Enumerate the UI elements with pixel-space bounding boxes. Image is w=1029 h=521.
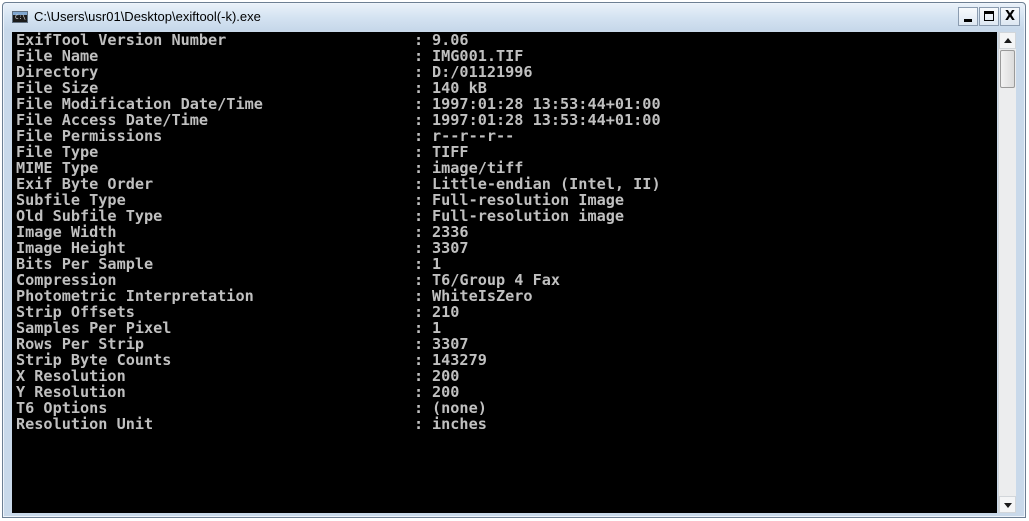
separator: : [414, 79, 424, 97]
tag-value: 3307 [432, 335, 469, 353]
tag-name: Photometric Interpretation [16, 287, 254, 305]
minimize-button[interactable] [958, 7, 978, 26]
tag-value: IMG001.TIF [432, 47, 524, 65]
tag-name: Resolution Unit [16, 415, 154, 433]
title-bar[interactable]: C:\ C:\Users\usr01\Desktop\exiftool(-k).… [4, 4, 1024, 30]
tag-name: File Name [16, 47, 99, 65]
separator: : [414, 367, 424, 385]
separator: : [414, 47, 424, 65]
tag-value: 200 [432, 383, 460, 401]
tag-name: Image Width [16, 223, 117, 241]
separator: : [414, 95, 424, 113]
separator: : [414, 191, 424, 209]
tag-value: 200 [432, 367, 460, 385]
tag-name: Strip Offsets [16, 303, 135, 321]
tag-value: inches [432, 415, 487, 433]
tag-name: T6 Options [16, 399, 108, 417]
tag-value: 143279 [432, 351, 487, 369]
console-icon[interactable]: C:\ [12, 11, 28, 23]
separator: : [414, 223, 424, 241]
tag-name: File Access Date/Time [16, 111, 209, 129]
separator: : [414, 63, 424, 81]
separator: : [414, 351, 424, 369]
console-icon-prompt: C:\ [15, 14, 26, 21]
tag-value: 210 [432, 303, 460, 321]
tag-name: Bits Per Sample [16, 255, 154, 273]
scroll-down-button[interactable] [999, 496, 1016, 513]
tag-name: Image Height [16, 239, 126, 257]
separator: : [414, 143, 424, 161]
window-title: C:\Users\usr01\Desktop\exiftool(-k).exe [34, 9, 261, 24]
tag-name: Y Resolution [16, 383, 126, 401]
separator: : [414, 32, 424, 49]
tag-value: Little-endian (Intel, II) [432, 175, 661, 193]
tag-name: Old Subfile Type [16, 207, 163, 225]
separator: : [414, 207, 424, 225]
separator: : [414, 415, 424, 433]
scroll-thumb[interactable] [1000, 50, 1015, 88]
separator: : [414, 383, 424, 401]
tag-value: 2336 [432, 223, 469, 241]
minimize-icon [964, 19, 972, 22]
tag-name: Samples Per Pixel [16, 319, 172, 337]
maximize-button[interactable] [979, 7, 999, 26]
tag-name: File Size [16, 79, 99, 97]
close-icon: X [1004, 9, 1016, 24]
separator: : [414, 335, 424, 353]
tag-value: 1997:01:28 13:53:44+01:00 [432, 111, 661, 129]
console-window: C:\ C:\Users\usr01\Desktop\exiftool(-k).… [2, 2, 1026, 518]
tag-name: ExifTool Version Number [16, 32, 227, 49]
scroll-down-arrow-icon [1004, 503, 1012, 508]
tag-value: 1997:01:28 13:53:44+01:00 [432, 95, 661, 113]
tag-name: File Permissions [16, 127, 163, 145]
tag-value: 1 [432, 255, 442, 273]
separator: : [414, 303, 424, 321]
tag-value: Full-resolution image [432, 207, 625, 225]
tag-name: X Resolution [16, 367, 126, 385]
tag-value: 3307 [432, 239, 469, 257]
tag-value: 1 [432, 319, 442, 337]
separator: : [414, 127, 424, 145]
tag-name: Directory [16, 63, 99, 81]
separator: : [414, 271, 424, 289]
tag-name: MIME Type [16, 159, 99, 177]
console-output[interactable]: ExifTool Version Number:9.06 File Name: IM… [12, 32, 997, 513]
tag-value: 9.06 [432, 32, 469, 49]
separator: : [414, 255, 424, 273]
tag-value: TIFF [432, 143, 469, 161]
separator: : [414, 399, 424, 417]
separator: : [414, 159, 424, 177]
maximize-icon [984, 11, 994, 21]
tag-name: File Modification Date/Time [16, 95, 263, 113]
tag-value: T6/Group 4 Fax [432, 271, 561, 289]
scroll-up-arrow-icon [1004, 38, 1012, 43]
tag-name: File Type [16, 143, 99, 161]
tag-name: Exif Byte Order [16, 175, 154, 193]
separator: : [414, 319, 424, 337]
tag-value: D:/01121996 [432, 63, 533, 81]
tag-value: (none) [432, 399, 487, 417]
tag-name: Strip Byte Counts [16, 351, 172, 369]
separator: : [414, 239, 424, 257]
tag-name: Subfile Type [16, 191, 126, 209]
close-button[interactable]: X [1000, 7, 1020, 26]
tag-value: Full-resolution Image [432, 191, 625, 209]
tag-name: Compression [16, 271, 117, 289]
tag-value: r--r--r-- [432, 127, 515, 145]
separator: : [414, 175, 424, 193]
separator: : [414, 287, 424, 305]
tag-value: image/tiff [432, 159, 524, 177]
tag-value: WhiteIsZero [432, 287, 533, 305]
tag-value: 140 kB [432, 79, 487, 97]
vertical-scrollbar[interactable] [998, 32, 1016, 513]
separator: : [414, 111, 424, 129]
tag-name: Rows Per Strip [16, 335, 145, 353]
scroll-up-button[interactable] [999, 32, 1016, 49]
